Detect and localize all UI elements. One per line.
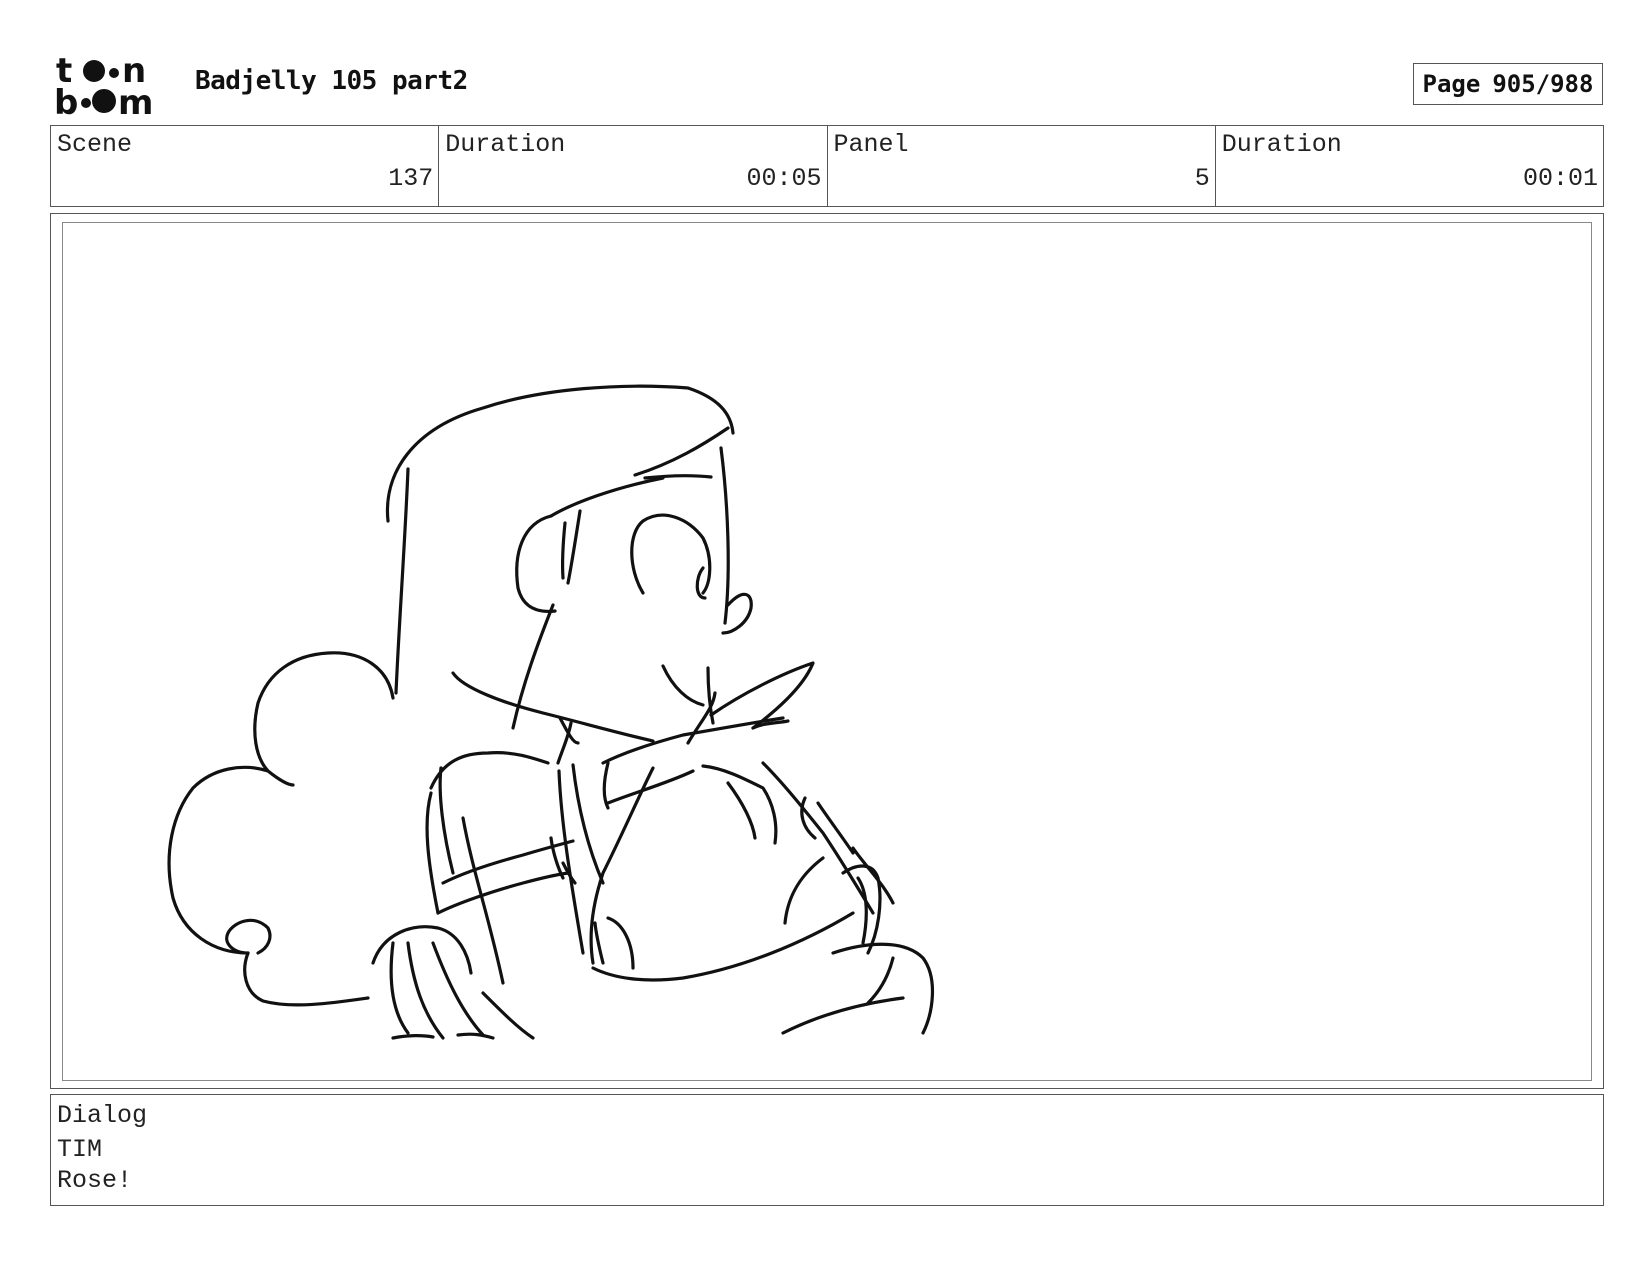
panel-cell: Panel 5 xyxy=(828,126,1216,206)
scene-duration-cell: Duration 00:05 xyxy=(439,126,828,206)
toon-boom-logo: t n b m xyxy=(54,51,172,123)
dialog-line: Rose! xyxy=(57,1166,133,1195)
scene-duration-value: 00:05 xyxy=(746,164,822,193)
scene-cell: Scene 137 xyxy=(51,126,440,206)
panel-label: Panel xyxy=(833,130,909,159)
dialog-label: Dialog xyxy=(57,1101,148,1130)
scene-label: Scene xyxy=(57,130,133,159)
panel-duration-value: 00:01 xyxy=(1522,164,1598,193)
scene-info-row: Scene 137 Duration 00:05 Panel 5 Duratio… xyxy=(50,125,1604,207)
svg-text:m: m xyxy=(118,83,153,118)
scene-duration-label: Duration xyxy=(445,130,566,159)
panel-value: 5 xyxy=(1194,164,1210,193)
page-indicator: Page 905/988 xyxy=(1413,63,1603,105)
document-title: Badjelly 105 part2 xyxy=(195,66,468,96)
character-sketch xyxy=(167,384,934,1040)
panel-duration-cell: Duration 00:01 xyxy=(1216,126,1603,206)
storyboard-panel-frame xyxy=(50,213,1604,1089)
scene-value: 137 xyxy=(388,164,434,193)
dialog-box: Dialog TIM Rose! xyxy=(50,1094,1604,1206)
storyboard-panel-image xyxy=(62,222,1592,1081)
page-number: 905/988 xyxy=(1492,70,1594,98)
logo-mark: t n b m xyxy=(54,51,153,123)
svg-text:b: b xyxy=(54,83,78,118)
panel-duration-label: Duration xyxy=(1221,130,1342,159)
dialog-speaker: TIM xyxy=(57,1135,103,1164)
page-label: Page xyxy=(1422,70,1481,98)
